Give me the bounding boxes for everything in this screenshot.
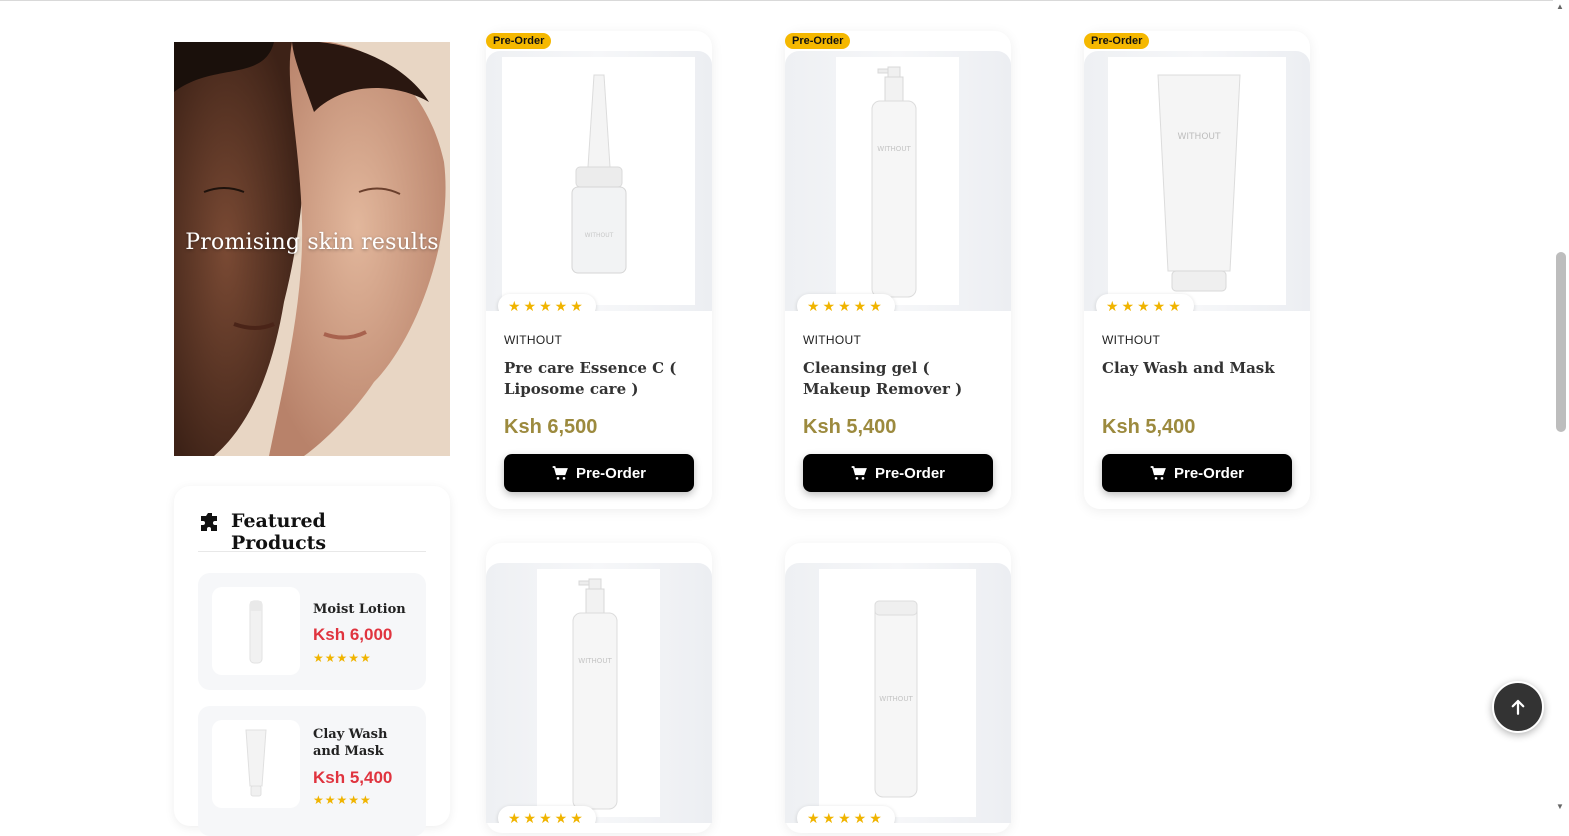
scrollbar[interactable]: ▲ ▼ xyxy=(1553,0,1569,815)
pre-order-button[interactable]: Pre-Order xyxy=(504,454,694,492)
bottle-brand-text: WITHOUT xyxy=(1178,132,1221,142)
pre-order-button-label: Pre-Order xyxy=(1173,464,1245,482)
product-brand[interactable]: WITHOUT xyxy=(803,333,861,347)
pre-order-badge: Pre-Order xyxy=(785,33,851,49)
product-brand[interactable]: WITHOUT xyxy=(504,333,562,347)
featured-item-price: Ksh 5,400 xyxy=(313,768,393,787)
promo-banner-text: Promising skin results xyxy=(185,230,439,255)
product-card[interactable]: Pre-Order WITHOUT ★★★★★ WITHOUT Cleansin… xyxy=(785,31,1011,509)
product-image[interactable]: WITHOUT ★★★★★ xyxy=(1084,51,1310,311)
product-image[interactable]: WITHOUT ★★★★★ xyxy=(785,563,1011,823)
cart-icon xyxy=(1150,466,1166,480)
bottle-brand-text: WITHOUT xyxy=(585,232,614,239)
product-name[interactable]: Clay Wash and Mask xyxy=(1102,358,1292,379)
scrollbar-thumb[interactable] xyxy=(1556,252,1566,432)
product-tube-illustration: WITHOUT xyxy=(1157,74,1241,292)
product-bottle-illustration: WITHOUT xyxy=(871,66,917,298)
product-image[interactable]: WITHOUT ★★★★★ xyxy=(785,51,1011,311)
product-rating: ★★★★★ xyxy=(797,294,895,311)
featured-item-moist-lotion[interactable]: Moist Lotion Ksh 6,000 ★★★★★ xyxy=(198,573,426,690)
featured-item-thumbnail xyxy=(212,587,300,675)
pre-order-badge: Pre-Order xyxy=(1084,33,1150,49)
pre-order-button[interactable]: Pre-Order xyxy=(1102,454,1292,492)
header-divider xyxy=(0,0,1553,1)
featured-item-thumbnail xyxy=(212,720,300,808)
featured-item-clay-wash[interactable]: Clay Wash and Mask Ksh 5,400 ★★★★★ xyxy=(198,706,426,836)
featured-products-widget: Featured Products Moist Lotion Ksh 6,000… xyxy=(174,486,450,836)
featured-item-rating: ★★★★★ xyxy=(313,793,372,807)
cart-icon xyxy=(552,466,568,480)
promo-banner[interactable]: Promising skin results xyxy=(174,42,450,456)
product-image[interactable]: WITHOUT ★★★★★ xyxy=(486,563,712,823)
pre-order-button-label: Pre-Order xyxy=(575,464,647,482)
featured-products-title: Featured Products xyxy=(231,510,327,554)
product-card[interactable]: Pre-Order WITHOUT ★★★★★ WITHOUT Pre care… xyxy=(486,31,712,509)
scroll-up-arrow-icon[interactable]: ▲ xyxy=(1556,2,1564,11)
cart-icon xyxy=(851,466,867,480)
featured-item-price: Ksh 6,000 xyxy=(313,625,393,644)
pre-order-badge: Pre-Order xyxy=(486,33,552,49)
featured-products-header: Featured Products xyxy=(198,510,426,554)
bottle-brand-text: WITHOUT xyxy=(879,695,913,703)
product-bottle-illustration: WITHOUT xyxy=(572,578,618,810)
featured-item-rating: ★★★★★ xyxy=(313,651,372,665)
bottle-brand-text: WITHOUT xyxy=(877,145,911,153)
product-price: Ksh 5,400 xyxy=(803,416,897,438)
puzzle-icon xyxy=(201,513,217,531)
arrow-up-icon xyxy=(1511,699,1525,715)
product-rating: ★★★★★ xyxy=(1096,294,1194,311)
product-price: Ksh 6,500 xyxy=(504,416,598,438)
product-name[interactable]: Pre care Essence C ( Liposome care ) xyxy=(504,358,694,400)
featured-item-name[interactable]: Moist Lotion xyxy=(313,601,418,618)
scroll-down-arrow-icon[interactable]: ▼ xyxy=(1556,802,1564,811)
product-bottle-illustration: WITHOUT xyxy=(874,600,918,798)
featured-item-name[interactable]: Clay Wash and Mask xyxy=(313,726,418,760)
product-image[interactable]: WITHOUT ★★★★★ xyxy=(486,51,712,311)
product-card[interactable]: Pre-Order WITHOUT ★★★★★ WITHOUT Clay Was… xyxy=(1084,31,1310,509)
product-card[interactable]: WITHOUT ★★★★★ xyxy=(785,543,1011,833)
product-card[interactable]: WITHOUT ★★★★★ xyxy=(486,543,712,833)
pre-order-button-label: Pre-Order xyxy=(874,464,946,482)
scroll-to-top-button[interactable] xyxy=(1492,681,1544,733)
bottle-brand-text: WITHOUT xyxy=(578,657,612,665)
product-brand[interactable]: WITHOUT xyxy=(1102,333,1160,347)
pre-order-button[interactable]: Pre-Order xyxy=(803,454,993,492)
product-name[interactable]: Cleansing gel ( Makeup Remover ) xyxy=(803,358,993,400)
product-price: Ksh 5,400 xyxy=(1102,416,1196,438)
product-rating: ★★★★★ xyxy=(498,294,596,311)
product-bottle-illustration: WITHOUT xyxy=(571,74,627,274)
